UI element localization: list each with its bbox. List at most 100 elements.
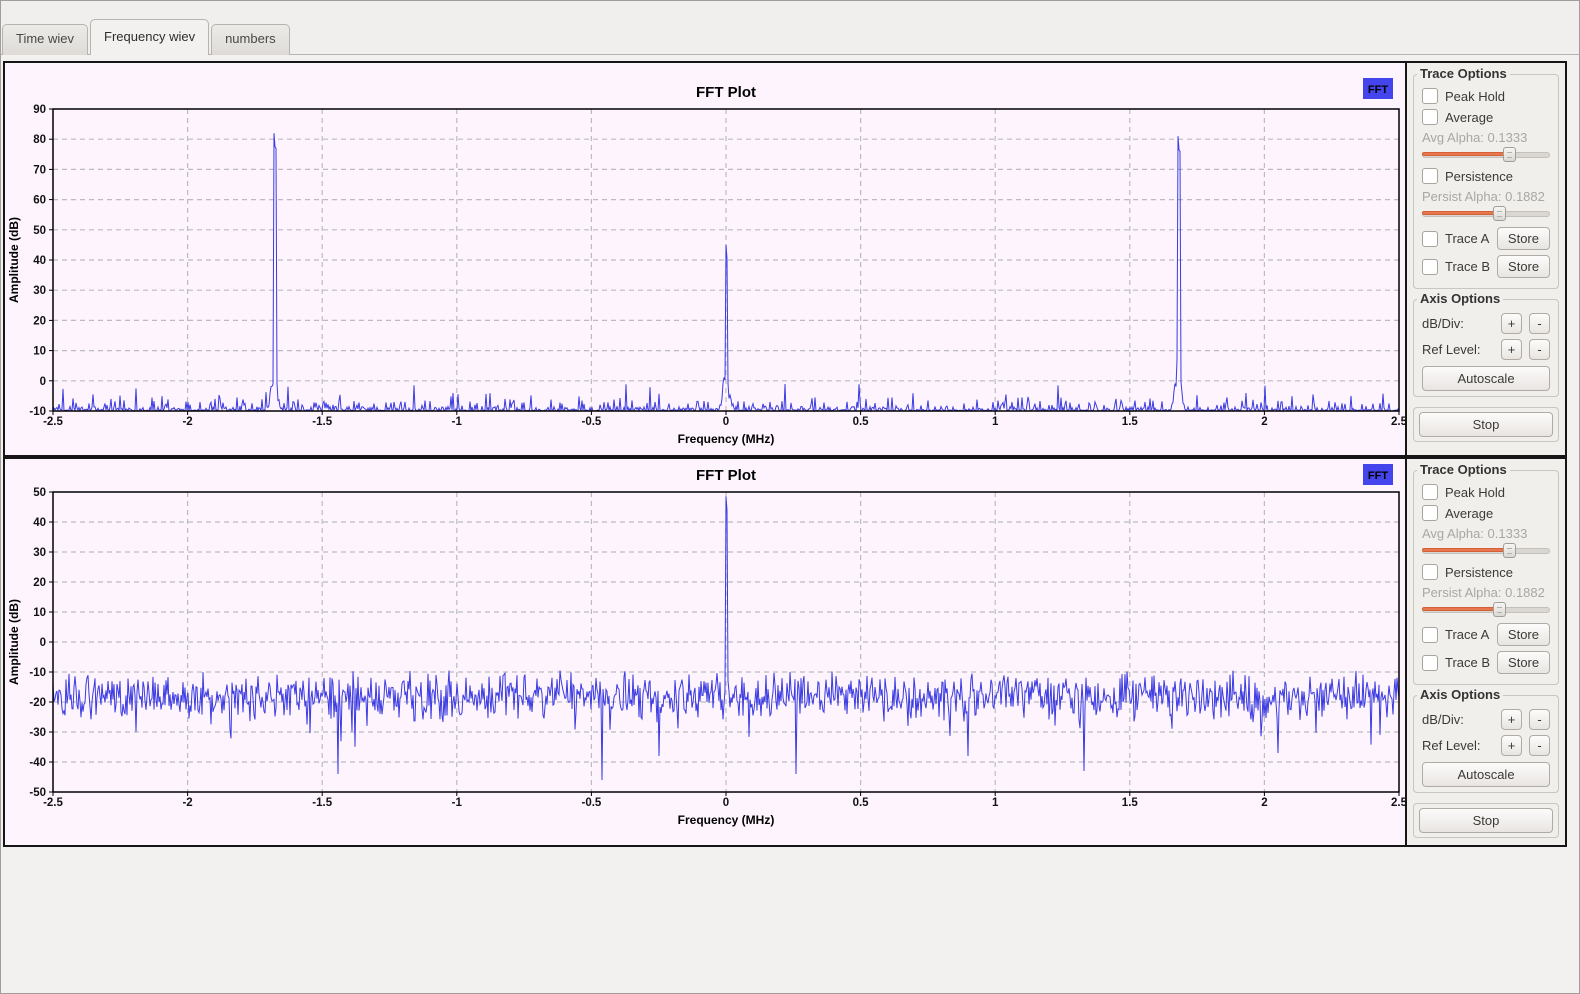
db-div-label: dB/Div:: [1422, 316, 1464, 331]
svg-text:20: 20: [33, 315, 46, 327]
svg-text:-2: -2: [182, 797, 192, 809]
tab-time-wiev[interactable]: Time wiev: [2, 24, 88, 55]
svg-text:50: 50: [33, 487, 46, 499]
persistence-checkbox[interactable]: [1422, 168, 1438, 184]
slider-handle[interactable]: [1493, 206, 1506, 221]
svg-text:0.5: 0.5: [853, 797, 870, 809]
average-checkbox[interactable]: [1422, 505, 1438, 521]
svg-text:-0.5: -0.5: [581, 797, 601, 809]
svg-text:30: 30: [33, 285, 46, 297]
stop-group-bottom: Stop: [1413, 803, 1559, 838]
db-div-plus-button[interactable]: +: [1501, 313, 1522, 334]
fft-plot-top-canvas[interactable]: -2.5-2-1.5-1-0.500.511.522.5908070605040…: [5, 63, 1405, 455]
svg-text:0: 0: [40, 637, 46, 649]
svg-text:-40: -40: [29, 757, 46, 769]
axis-options-title: Axis Options: [1417, 687, 1503, 702]
svg-text:-2: -2: [182, 416, 192, 428]
trace-b-checkbox[interactable]: [1422, 259, 1438, 275]
x-axis-label: Frequency (MHz): [678, 432, 775, 446]
ref-level-plus-button[interactable]: +: [1501, 339, 1522, 360]
persist-alpha-slider[interactable]: [1422, 206, 1550, 221]
tab-frequency-wiev[interactable]: Frequency wiev: [90, 19, 209, 55]
trace-b-checkbox[interactable]: [1422, 655, 1438, 671]
ref-level-minus-button[interactable]: -: [1529, 339, 1550, 360]
slider-handle[interactable]: [1493, 602, 1506, 617]
ref-level-minus-button[interactable]: -: [1529, 735, 1550, 756]
slider-fill: [1422, 607, 1501, 611]
average-checkbox[interactable]: [1422, 109, 1438, 125]
autoscale-button[interactable]: Autoscale: [1422, 762, 1550, 787]
svg-text:2.5: 2.5: [1391, 797, 1405, 809]
svg-text:-2.5: -2.5: [43, 416, 63, 428]
persist-alpha-slider[interactable]: [1422, 602, 1550, 617]
store-b-button[interactable]: Store: [1497, 255, 1550, 278]
fft-plot-bottom-canvas[interactable]: -2.5-2-1.5-1-0.500.511.522.550403020100-…: [5, 459, 1405, 845]
avg-alpha-label: Avg Alpha: 0.1333: [1422, 130, 1550, 145]
svg-text:2: 2: [1261, 416, 1267, 428]
svg-text:-20: -20: [29, 697, 46, 709]
fft-plot-bottom[interactable]: -2.5-2-1.5-1-0.500.511.522.550403020100-…: [5, 459, 1405, 845]
store-a-button[interactable]: Store: [1497, 227, 1550, 250]
slider-fill: [1422, 548, 1512, 552]
svg-text:60: 60: [33, 195, 46, 207]
x-axis-label: Frequency (MHz): [678, 813, 775, 827]
store-a-button[interactable]: Store: [1497, 623, 1550, 646]
fft-plot-top[interactable]: -2.5-2-1.5-1-0.500.511.522.5908070605040…: [5, 63, 1405, 455]
trace-b-label: Trace B: [1445, 655, 1490, 670]
svg-text:-1.5: -1.5: [312, 416, 332, 428]
trace-a-checkbox[interactable]: [1422, 627, 1438, 643]
svg-text:0.5: 0.5: [853, 416, 870, 428]
average-label: Average: [1445, 506, 1493, 521]
ref-level-label: Ref Level:: [1422, 738, 1481, 753]
svg-text:0: 0: [40, 376, 46, 388]
svg-text:-0.5: -0.5: [581, 416, 601, 428]
avg-alpha-slider[interactable]: [1422, 147, 1550, 162]
ref-level-label: Ref Level:: [1422, 342, 1481, 357]
avg-alpha-slider[interactable]: [1422, 543, 1550, 558]
svg-text:-1: -1: [452, 416, 463, 428]
svg-text:FFT: FFT: [1368, 84, 1388, 96]
axis-options-group-bottom: Axis Options dB/Div: + - Ref Level: + - …: [1413, 695, 1559, 793]
db-div-minus-button[interactable]: -: [1529, 709, 1550, 730]
autoscale-button[interactable]: Autoscale: [1422, 366, 1550, 391]
svg-text:70: 70: [33, 164, 46, 176]
svg-text:0: 0: [723, 797, 729, 809]
svg-text:40: 40: [33, 255, 46, 267]
svg-text:20: 20: [33, 577, 46, 589]
svg-text:1: 1: [992, 797, 999, 809]
plot-title: FFT Plot: [696, 84, 756, 101]
db-div-minus-button[interactable]: -: [1529, 313, 1550, 334]
stop-button[interactable]: Stop: [1419, 808, 1553, 833]
slider-handle[interactable]: [1503, 543, 1516, 558]
fft-badge: FFT: [1363, 464, 1393, 485]
svg-text:1.5: 1.5: [1122, 416, 1139, 428]
trace-options-group-top: Trace Options Peak Hold Average Avg Alph…: [1413, 74, 1559, 289]
persistence-checkbox[interactable]: [1422, 564, 1438, 580]
svg-text:40: 40: [33, 517, 46, 529]
ref-level-plus-button[interactable]: +: [1501, 735, 1522, 756]
tab-numbers[interactable]: numbers: [211, 24, 290, 55]
slider-handle[interactable]: [1503, 147, 1516, 162]
trace-a-checkbox[interactable]: [1422, 231, 1438, 247]
peak-hold-checkbox[interactable]: [1422, 88, 1438, 104]
svg-text:2.5: 2.5: [1391, 416, 1405, 428]
svg-text:-1.5: -1.5: [312, 797, 332, 809]
avg-alpha-label: Avg Alpha: 0.1333: [1422, 526, 1550, 541]
peak-hold-checkbox[interactable]: [1422, 484, 1438, 500]
db-div-plus-button[interactable]: +: [1501, 709, 1522, 730]
tab-bar: Time wiev Frequency wiev numbers: [2, 19, 292, 55]
trace-options-title: Trace Options: [1417, 66, 1510, 81]
svg-text:-10: -10: [29, 667, 46, 679]
persist-alpha-label: Persist Alpha: 0.1882: [1422, 189, 1550, 204]
fft-badge: FFT: [1363, 78, 1393, 99]
svg-text:-10: -10: [29, 406, 46, 418]
trace-options-title: Trace Options: [1417, 462, 1510, 477]
svg-text:-50: -50: [29, 787, 46, 799]
svg-text:1.5: 1.5: [1122, 797, 1139, 809]
stop-button[interactable]: Stop: [1419, 412, 1553, 437]
store-b-button[interactable]: Store: [1497, 651, 1550, 674]
slider-fill: [1422, 211, 1501, 215]
trace-a-label: Trace A: [1445, 627, 1489, 642]
axis-options-group-top: Axis Options dB/Div: + - Ref Level: + - …: [1413, 299, 1559, 397]
peak-hold-label: Peak Hold: [1445, 485, 1505, 500]
